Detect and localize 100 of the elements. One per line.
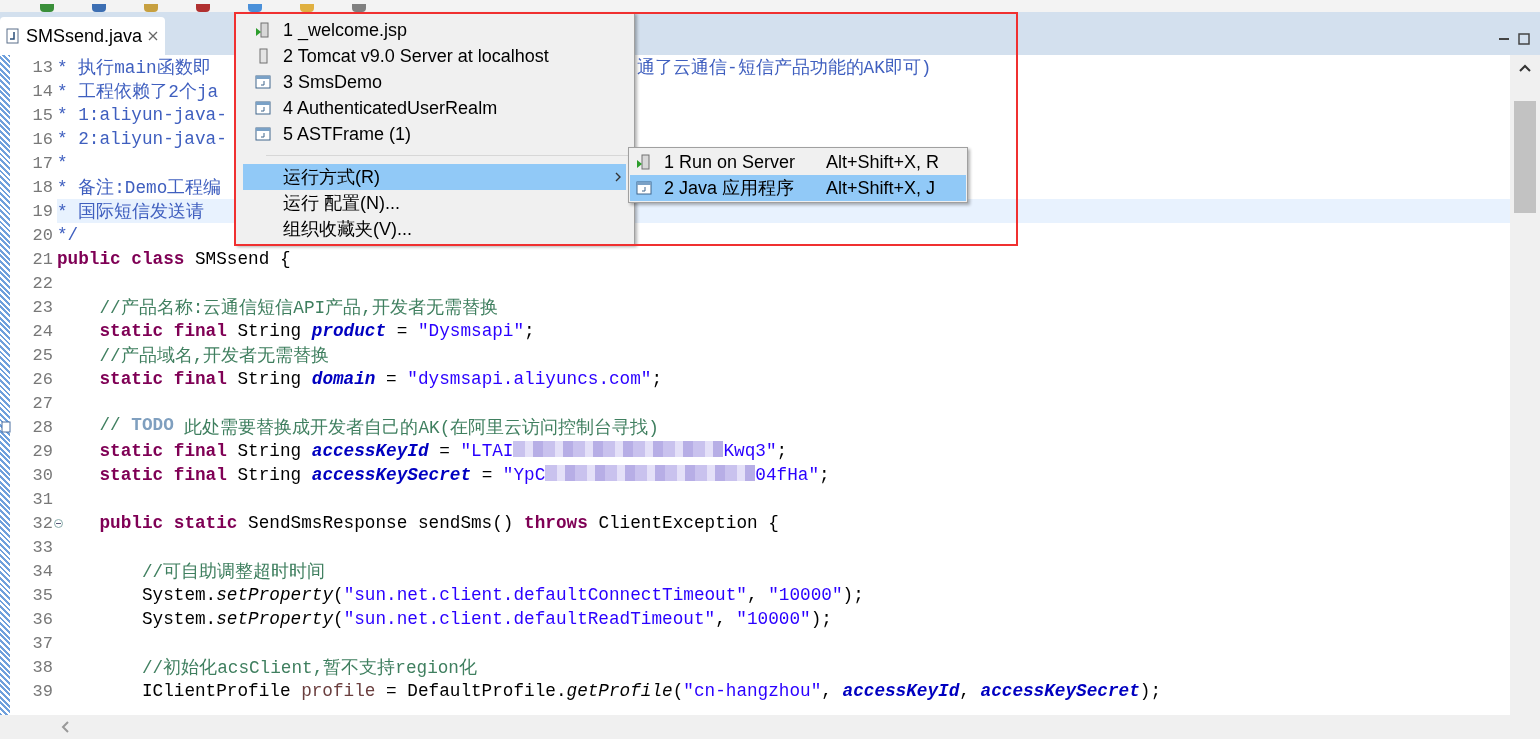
code-token: ( <box>672 681 684 701</box>
editor-tab[interactable]: SMSsend.java <box>0 17 165 55</box>
code-token: //产品名称:云通信短信API产品,开发者无需替换 <box>99 297 498 319</box>
code-token: * 工程依赖了2个ja <box>57 81 219 103</box>
code-token: //产品域名,开发者无需替换 <box>99 345 330 367</box>
code-token: * <box>57 153 68 173</box>
code-token: ; <box>776 441 788 461</box>
java-class-icon <box>636 180 652 196</box>
code-token: ); <box>810 609 832 629</box>
line-number: 35 <box>32 585 53 605</box>
code-token: 04fHa" <box>755 465 819 485</box>
java-class-icon <box>255 100 271 116</box>
code-token: = <box>481 465 494 485</box>
code-token: setProperty <box>216 609 333 629</box>
code-token: String <box>237 369 303 389</box>
menu-item[interactable]: 1 Run on Server Alt+Shift+X, R <box>630 149 966 175</box>
code-token: 此处需要替换成开发者自己的AK(在阿里云访问控制台寻找) <box>184 417 659 439</box>
code-token: "dysmsapi.aliyuncs.com" <box>407 369 652 389</box>
menu-item[interactable]: 运行 配置(N)... <box>243 190 626 216</box>
line-number: 36 <box>32 609 53 629</box>
menu-item[interactable]: 运行方式(R) <box>243 164 626 190</box>
code-token: ; <box>819 465 830 485</box>
code-token: static final <box>99 369 227 389</box>
toolbar-icon[interactable] <box>352 4 366 12</box>
server-run-icon <box>255 22 271 38</box>
line-number: 19 <box>32 201 53 221</box>
code-token: TODO <box>131 415 174 437</box>
line-number: 21 <box>32 249 53 269</box>
code-token: ); <box>842 585 864 605</box>
toolbar-icon[interactable] <box>196 4 210 12</box>
code-token: public class <box>57 249 185 269</box>
code-token: , <box>959 681 971 701</box>
code-token: "YpC <box>502 465 546 485</box>
code-token: * 备注:Demo工程编 <box>57 177 222 199</box>
code-token: public static <box>99 513 238 533</box>
line-number: 13 <box>32 57 53 77</box>
code-token: ( <box>333 585 344 605</box>
code-token: //初始化acsClient,暂不支持region化 <box>141 657 477 679</box>
code-token: domain <box>311 369 376 389</box>
code-token: "Dysmsapi" <box>417 321 525 341</box>
line-number: 23 <box>32 297 53 317</box>
menu-item[interactable]: 4 AuthenticatedUserRealm <box>243 95 626 121</box>
code-token: throws <box>524 513 588 533</box>
code-token: , <box>715 609 727 629</box>
scrollbar-thumb[interactable] <box>1514 101 1536 213</box>
java-class-icon <box>255 126 271 142</box>
line-number: 32 <box>32 513 53 533</box>
toolbar-icon[interactable] <box>92 4 106 12</box>
menu-item[interactable]: 3 SmsDemo <box>243 69 626 95</box>
line-number: 38 <box>32 657 53 677</box>
toolbar-icon[interactable] <box>40 4 54 12</box>
code-token: System. <box>141 609 217 629</box>
code-token: "10000" <box>768 585 843 605</box>
code-token: "sun.net.client.defaultReadTimeout" <box>343 609 716 629</box>
toolbar-icon[interactable] <box>248 4 262 12</box>
line-number: 34 <box>32 561 53 581</box>
scroll-up-icon[interactable] <box>1518 63 1532 73</box>
code-token: accessKeySecret <box>980 681 1140 701</box>
close-icon[interactable] <box>148 31 159 41</box>
line-number: 39 <box>32 681 53 701</box>
menu-item[interactable]: 5 ASTFrame (1) <box>243 121 626 147</box>
code-token: * 2:aliyun-java- <box>57 129 227 149</box>
code-token: = <box>439 441 451 461</box>
menu-item[interactable]: 2 Java 应用程序 Alt+Shift+X, J <box>630 175 966 201</box>
code-token: SendSmsResponse sendSms() <box>248 513 515 533</box>
menu-item[interactable]: 1 _welcome.jsp <box>243 17 626 43</box>
toolbar-icon[interactable] <box>144 4 158 12</box>
line-number: 28 <box>32 417 53 437</box>
line-number: 25 <box>32 345 53 365</box>
menu-item[interactable]: 组织收藏夹(V)... <box>243 216 626 242</box>
code-token: SMSsend { <box>195 249 291 269</box>
code-token: = <box>386 369 398 389</box>
code-token: accessKeySecret <box>311 465 471 485</box>
code-token: accessKeyId <box>311 441 429 461</box>
code-token: ClientException { <box>598 513 779 533</box>
code-token: ; <box>651 369 663 389</box>
java-class-icon <box>255 74 271 90</box>
code-token: IClientProfile <box>141 681 292 701</box>
code-token: 通了云通信-短信产品功能的AK即可) <box>637 57 932 79</box>
tab-title: SMSsend.java <box>26 25 143 47</box>
line-number: 31 <box>32 489 53 509</box>
code-token: "cn-hangzhou" <box>683 681 822 701</box>
line-number: 29 <box>32 441 53 461</box>
code-token: ; <box>524 321 535 341</box>
code-token: = DefaultProfile. <box>386 681 567 701</box>
menu-item[interactable]: 2 Tomcat v9.0 Server at localhost <box>243 43 626 69</box>
code-token: * 执行main函数即 <box>57 57 211 79</box>
code-token: ( <box>333 609 344 629</box>
code-token: String <box>237 321 303 341</box>
line-number: 18 <box>32 177 53 197</box>
code-token: System. <box>141 585 217 605</box>
code-token: "10000" <box>736 609 811 629</box>
maximize-icon[interactable] <box>1518 33 1530 45</box>
line-number: 22 <box>32 273 53 293</box>
collapse-icon[interactable] <box>54 518 63 528</box>
line-number: 17 <box>32 153 53 173</box>
scroll-left-icon[interactable] <box>60 720 70 734</box>
code-token: "LTAI <box>460 441 514 461</box>
java-file-icon <box>6 28 20 44</box>
line-number: 26 <box>32 369 53 389</box>
